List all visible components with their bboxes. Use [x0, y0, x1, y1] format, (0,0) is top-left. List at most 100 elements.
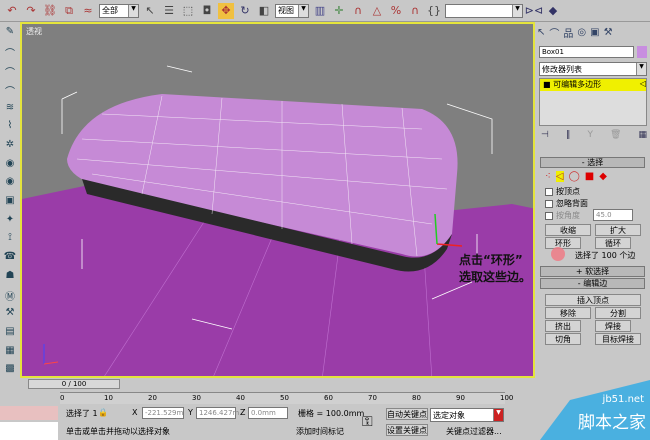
tool-icon[interactable]: ⌒ — [2, 45, 18, 60]
pivot-icon[interactable]: ▥ — [312, 3, 328, 19]
align-icon[interactable]: ◆ — [545, 3, 561, 19]
snap-icon[interactable]: ∩ — [350, 3, 366, 19]
lock-icon[interactable]: 🔒 — [98, 408, 108, 417]
tool-icon[interactable]: ▣ — [2, 195, 18, 210]
element-icon[interactable]: ◆ — [599, 171, 607, 182]
tool-icon[interactable]: ⚒ — [2, 307, 18, 322]
manipulate-icon[interactable]: ✛ — [331, 3, 347, 19]
tool-icon[interactable]: ⌒ — [2, 83, 18, 98]
polygon-icon[interactable]: ■ — [585, 171, 594, 182]
remove-button[interactable]: 移除 — [545, 307, 591, 319]
track-bar[interactable]: 0 10 20 30 40 50 60 70 80 90 100 — [60, 392, 513, 404]
key-mode-dropdown[interactable]: 选定对象 ▼ — [430, 408, 504, 422]
link-icon[interactable]: ⛓ — [42, 3, 58, 19]
add-time-tag-button[interactable]: 添加时间标记 — [296, 426, 344, 437]
weld-button[interactable]: 焊接 — [595, 320, 631, 332]
tool-icon[interactable]: ✎ — [2, 26, 18, 41]
split-button[interactable]: 分割 — [595, 307, 641, 319]
select-icon[interactable]: ↖ — [142, 3, 158, 19]
tool-icon[interactable]: ✦ — [2, 214, 18, 229]
angle-input[interactable]: 45.0 — [593, 209, 633, 221]
undo-icon[interactable]: ↶ — [4, 3, 20, 19]
selection-rollout-header[interactable]: - 选择 — [540, 157, 645, 168]
edge-icon[interactable]: ◁ — [555, 171, 564, 182]
hierarchy-tab-icon[interactable]: 品 — [563, 25, 573, 40]
rotate-icon[interactable]: ↻ — [237, 3, 253, 19]
tool-icon[interactable]: ⟟ — [2, 232, 18, 247]
stack-item-editable-poly[interactable]: ■ 可编辑多边形 ◁ — [540, 79, 646, 91]
by-angle-checkbox[interactable]: 按角度 — [545, 210, 580, 221]
selection-filter-dropdown[interactable]: 全部 ▼ — [99, 3, 139, 18]
border-icon[interactable]: ◯ — [569, 171, 580, 182]
ring-button[interactable]: 环形 — [545, 237, 581, 249]
select-by-name-icon[interactable]: ☰ — [161, 3, 177, 19]
vertex-icon[interactable]: ⁖ — [545, 171, 551, 182]
perspective-viewport[interactable]: 透视 点击“环形” 选取这些边。 — [20, 22, 535, 378]
x-coordinate[interactable]: -221.529m — [142, 407, 184, 419]
pin-stack-icon[interactable]: ⊣ — [541, 130, 549, 140]
tool-icon[interactable]: ✲ — [2, 139, 18, 154]
create-tab-icon[interactable]: ↖ — [537, 27, 545, 38]
percent-snap-icon[interactable]: % — [388, 3, 404, 19]
maxscript-input[interactable] — [0, 422, 58, 440]
object-name-input[interactable]: Box01 — [539, 46, 634, 58]
y-coordinate[interactable]: 1246.427m — [196, 407, 239, 419]
z-coordinate[interactable]: 0.0mm — [248, 407, 288, 419]
tool-icon[interactable]: Ⓜ — [2, 288, 18, 303]
motion-tab-icon[interactable]: ◎ — [577, 27, 586, 38]
show-end-result-icon[interactable]: ‖ — [566, 130, 571, 140]
loop-button[interactable]: 循环 — [595, 237, 631, 249]
stack-item-label: 可编辑多边形 — [553, 80, 602, 89]
ignore-backfacing-checkbox[interactable]: 忽略背面 — [545, 198, 588, 209]
object-color-swatch[interactable] — [637, 46, 647, 58]
checkbox-label: 按角度 — [556, 211, 580, 220]
tool-icon[interactable]: ◉ — [2, 176, 18, 191]
maxscript-listener[interactable] — [0, 406, 58, 420]
modify-tab-icon[interactable]: ⌒ — [549, 25, 559, 40]
named-selection-dropdown[interactable]: ▼ — [445, 3, 523, 18]
auto-key-button[interactable]: 自动关键点 — [386, 408, 428, 420]
edit-edges-rollout-header[interactable]: - 编辑边 — [540, 278, 645, 289]
spinner-snap-icon[interactable]: ∩ — [407, 3, 423, 19]
tool-icon[interactable]: ▩ — [2, 363, 18, 378]
grow-button[interactable]: 扩大 — [595, 224, 641, 236]
key-icon[interactable]: ⚿ — [362, 414, 373, 430]
set-key-button[interactable]: 设置关键点 — [386, 424, 428, 436]
tool-icon[interactable]: ▦ — [2, 345, 18, 360]
reference-coord-dropdown[interactable]: 视图 ▼ — [275, 3, 309, 18]
tool-icon[interactable]: ≋ — [2, 102, 18, 117]
bind-spacewarp-icon[interactable]: ≈ — [80, 3, 96, 19]
tool-icon[interactable]: ▤ — [2, 326, 18, 341]
edit-named-selection-icon[interactable]: {} — [426, 3, 442, 19]
timeline-tick: 50 — [280, 394, 289, 402]
viewport-label[interactable]: 透视 — [26, 26, 42, 37]
soft-selection-rollout-header[interactable]: + 软选择 — [540, 266, 645, 277]
shrink-button[interactable]: 收缩 — [545, 224, 591, 236]
tool-icon[interactable]: ◉ — [2, 158, 18, 173]
modifier-list-dropdown[interactable]: 修改器列表 ▼ — [539, 62, 647, 76]
mirror-icon[interactable]: ⊳⊲ — [525, 3, 543, 19]
angle-snap-icon[interactable]: △ — [369, 3, 385, 19]
tool-icon[interactable]: ⌒ — [2, 64, 18, 79]
remove-modifier-icon[interactable]: 🗑 — [610, 130, 621, 140]
tool-icon[interactable]: ☗ — [2, 270, 18, 285]
tool-icon[interactable]: ⌇ — [2, 120, 18, 135]
insert-vertex-button[interactable]: 插入顶点 — [545, 294, 641, 306]
time-slider[interactable]: 0 / 100 — [28, 379, 120, 389]
utilities-tab-icon[interactable]: ⚒ — [604, 27, 613, 38]
redo-icon[interactable]: ↷ — [23, 3, 39, 19]
chamfer-button[interactable]: 切角 — [545, 333, 581, 345]
make-unique-icon[interactable]: Y — [587, 130, 593, 140]
unlink-icon[interactable]: ⧉ — [61, 3, 77, 19]
extrude-button[interactable]: 挤出 — [545, 320, 581, 332]
by-vertex-checkbox[interactable]: 按顶点 — [545, 186, 580, 197]
scale-icon[interactable]: ◧ — [256, 3, 272, 19]
key-filters-button[interactable]: 关键点过滤器... — [446, 426, 502, 437]
window-crossing-icon[interactable]: ◘ — [199, 3, 215, 19]
display-tab-icon[interactable]: ▣ — [590, 27, 599, 38]
tool-icon[interactable]: ☎ — [2, 251, 18, 266]
configure-sets-icon[interactable]: ▦ — [638, 130, 647, 140]
rect-selection-icon[interactable]: ⬚ — [180, 3, 196, 19]
move-icon[interactable]: ✥ — [218, 2, 234, 19]
target-weld-button[interactable]: 目标焊接 — [595, 333, 641, 345]
